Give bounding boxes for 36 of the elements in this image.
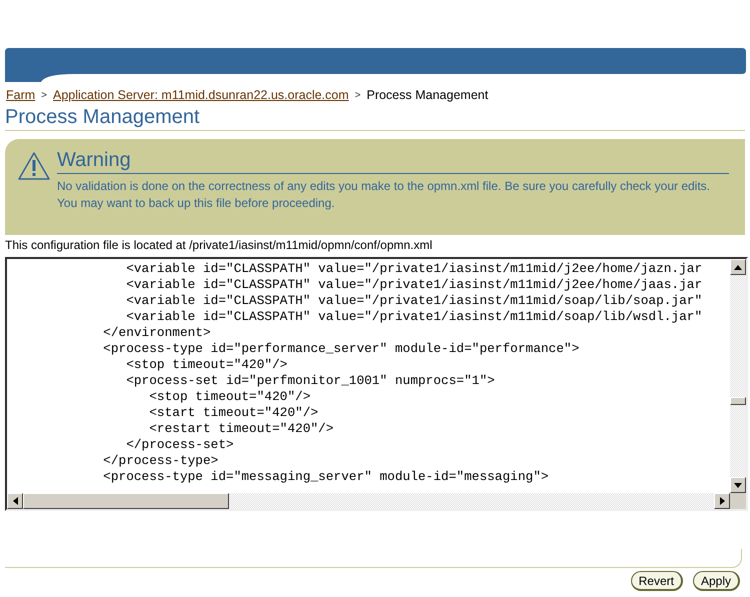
scroll-down-icon[interactable] <box>730 477 746 493</box>
code-line: <process-type id="performance_server" module-id="performance"> <box>102 341 580 357</box>
breadcrumb-current: Process Management <box>366 88 488 102</box>
revert-button[interactable]: Revert <box>630 571 683 591</box>
config-file-path: This configuration file is located at /private1/iasinst/m11mid/opmn/conf/opmn.xml <box>5 238 432 252</box>
breadcrumb-separator: > <box>41 90 48 100</box>
breadcrumb-link[interactable]: Application Server: m11mid.dsunran22.us.oracle.com <box>53 88 349 102</box>
xml-editor[interactable] <box>5 257 748 511</box>
code-line: <stop timeout="420"/> <box>125 357 288 373</box>
code-line: <variable id="CLASSPATH" value="/private1/iasinst/m11mid/soap/lib/soap.jar" <box>125 293 702 309</box>
code-line: <variable id="CLASSPATH" value="/private1/iasinst/m11mid/j2ee/home/jaas.jar <box>125 277 702 293</box>
apply-button[interactable]: Apply <box>692 571 740 591</box>
horizontal-scrollbar[interactable] <box>7 493 730 509</box>
warning-message: No validation is done on the correctness of any edits you make to the opmn.xml file. Be sure you carefully check your edits. You may want to back up this file before proceeding. <box>57 178 711 212</box>
scroll-left-icon[interactable] <box>7 493 23 509</box>
code-line: <variable id="CLASSPATH" value="/private1/iasinst/m11mid/j2ee/home/jazn.jar <box>125 261 702 277</box>
warning-heading: Warning <box>57 149 729 174</box>
code-line: </environment> <box>102 325 211 341</box>
code-line: <start timeout="420"/> <box>148 405 318 421</box>
code-line: <restart timeout="420"/> <box>148 421 334 437</box>
code-line: <process-set id="perfmonitor_1001" numprocs="1"> <box>125 373 495 389</box>
breadcrumb-separator: > <box>354 90 361 100</box>
scroll-thumb[interactable] <box>730 397 746 405</box>
warning-icon <box>17 151 51 181</box>
code-line: </process-type> <box>102 453 218 469</box>
code-line: <variable id="CLASSPATH" value="/private1/iasinst/m11mid/soap/lib/wsdl.jar" <box>125 309 702 325</box>
vertical-scrollbar[interactable] <box>730 259 746 493</box>
scroll-up-icon[interactable] <box>730 259 746 275</box>
scroll-thumb[interactable] <box>23 493 229 509</box>
code-line: <stop timeout="420"/> <box>148 389 310 405</box>
code-line: </process-set> <box>125 437 234 453</box>
scrollbar-corner <box>730 493 746 509</box>
breadcrumb-link[interactable]: Farm <box>6 88 36 102</box>
page-title: Process Management <box>5 106 200 129</box>
code-line: <process-type id="messaging_server" module-id="messaging"> <box>102 469 549 485</box>
scroll-right-icon[interactable] <box>714 493 730 509</box>
